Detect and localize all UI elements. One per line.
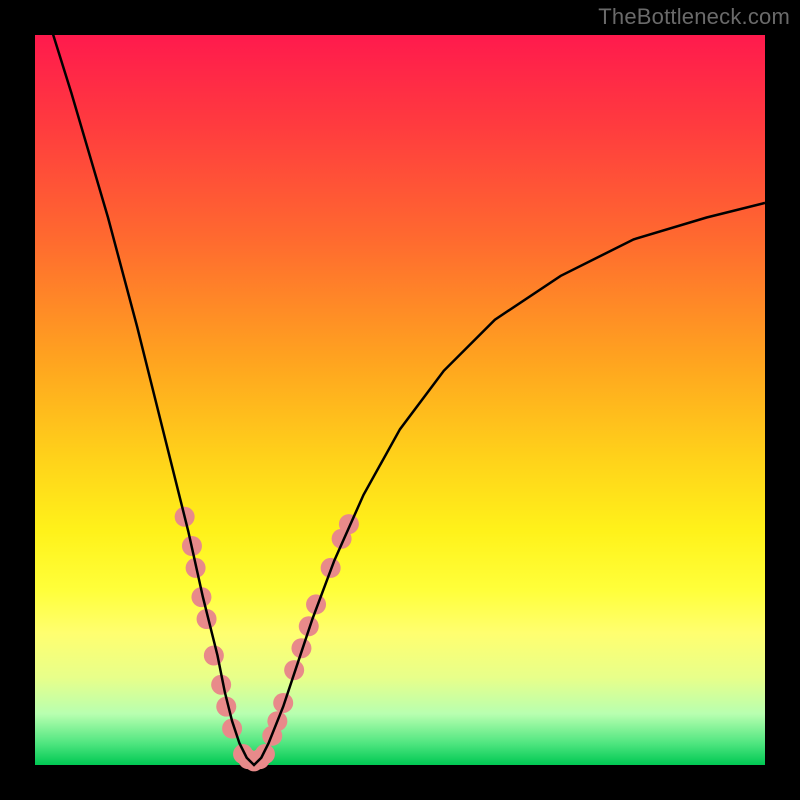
chart-svg: [35, 35, 765, 765]
chart-frame: TheBottleneck.com: [0, 0, 800, 800]
data-point: [339, 514, 359, 534]
bottleneck-curve: [35, 0, 765, 765]
data-point: [204, 646, 224, 666]
watermark-text: TheBottleneck.com: [598, 4, 790, 30]
data-points-layer: [175, 507, 359, 772]
